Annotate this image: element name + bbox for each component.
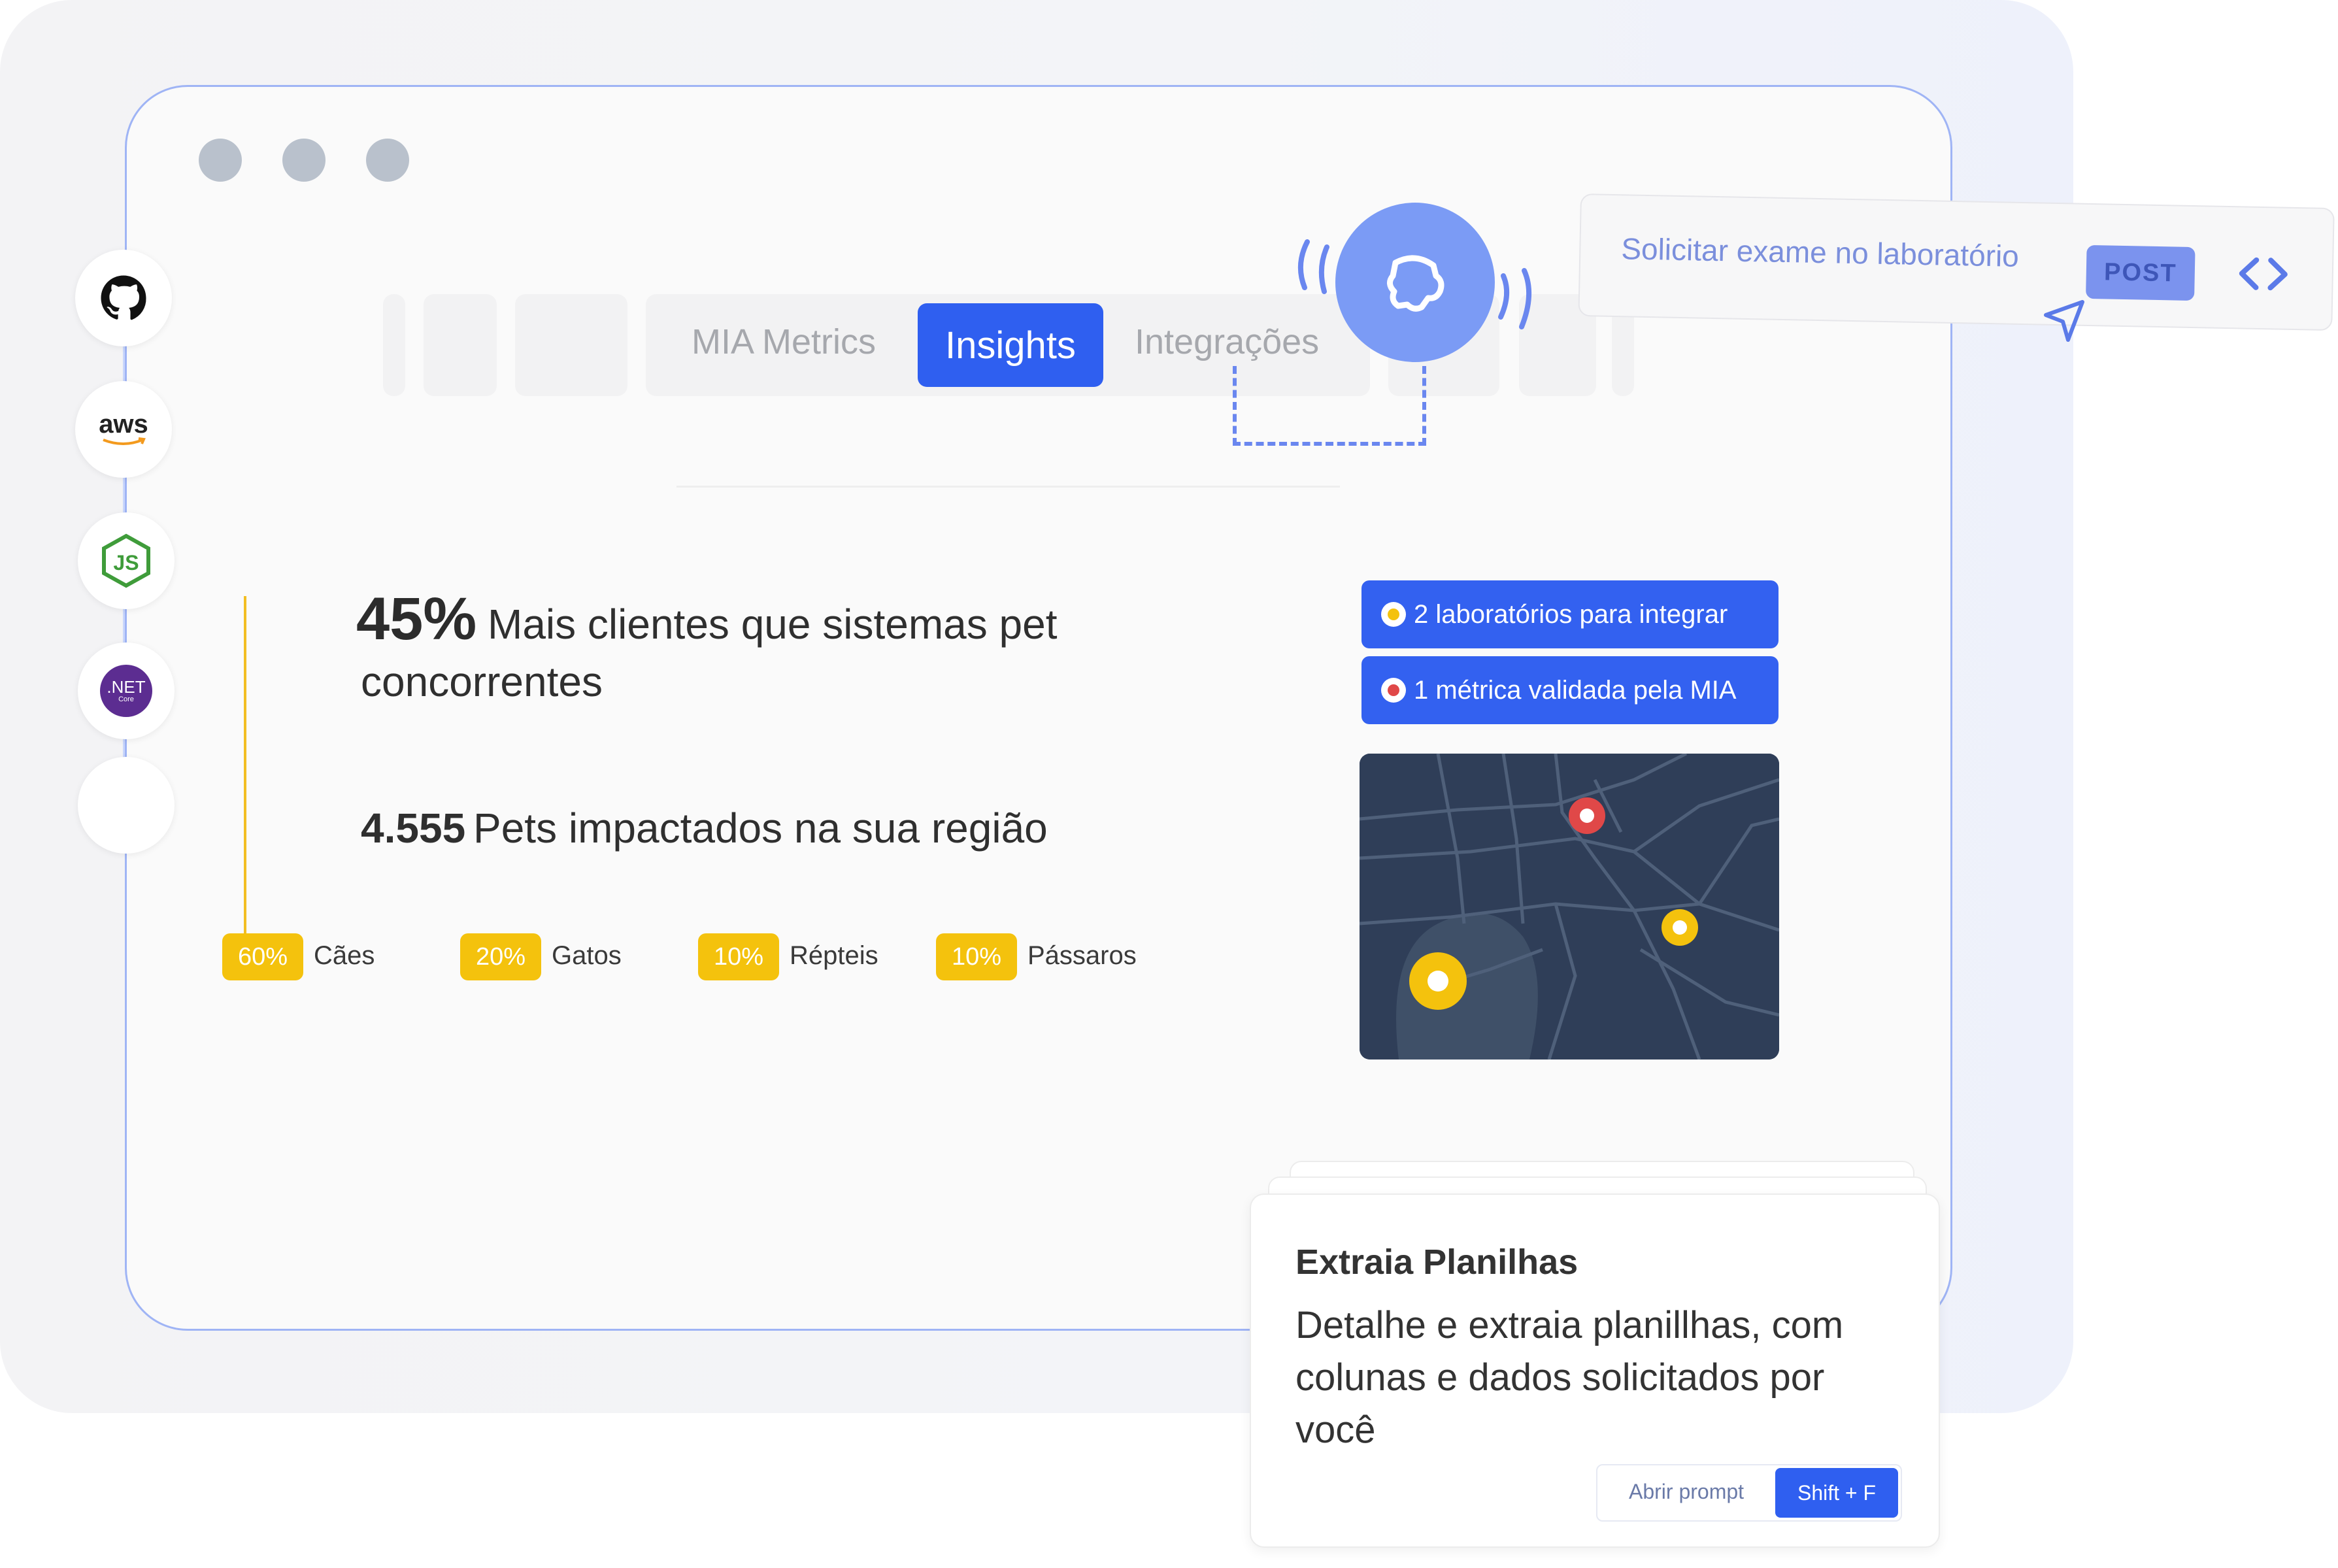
ghost-tab	[424, 294, 497, 396]
info-pill-metrica[interactable]: 1 métrica validada pela MIA	[1361, 656, 1779, 724]
request-text: Solicitar exame no laboratório	[1620, 231, 2020, 273]
dashed-connector	[1233, 366, 1426, 446]
map-view[interactable]	[1360, 754, 1779, 1059]
open-prompt-label: Abrir prompt	[1629, 1480, 1745, 1503]
info-pill-text: 2 laboratórios para integrar	[1414, 599, 1728, 629]
window-dot-2	[282, 139, 326, 182]
tab-mia-metrics[interactable]: MIA Metrics	[692, 322, 876, 362]
pct-chip-caes: 60%	[222, 933, 303, 980]
red-dot-icon	[1381, 678, 1406, 703]
accent-line	[244, 596, 246, 942]
map-marker-yellow-large[interactable]	[1412, 955, 1464, 1007]
map-graphic	[1360, 754, 1779, 1059]
card-description: Detalhe e extraia planillhas, com coluna…	[1295, 1304, 1844, 1451]
dotnet-core-icon: .NET Core	[100, 665, 152, 717]
request-card[interactable]: Solicitar exame no laboratório POST	[1578, 193, 2335, 331]
label-gatos: Gatos	[552, 941, 622, 970]
send-arrow-icon	[2044, 300, 2084, 342]
label-caes: Cães	[314, 941, 375, 970]
label-repteis: Répteis	[790, 941, 878, 970]
ghost-tab	[383, 294, 405, 396]
ghost-tab	[515, 294, 627, 396]
github-icon	[101, 275, 146, 320]
card-title: Extraia Planilhas	[1295, 1243, 1578, 1282]
window-dot-3	[366, 139, 409, 182]
yellow-dot-icon	[1381, 602, 1406, 627]
aws-smile-icon	[103, 437, 146, 445]
integration-dotnet[interactable]: .NET Core	[78, 642, 175, 739]
nodejs-icon: JS	[102, 533, 150, 588]
headline-percent: 45%	[356, 586, 477, 652]
post-method-badge[interactable]: POST	[2086, 244, 2196, 301]
headline-text-line2: concorrentes	[361, 658, 603, 705]
tab-insights[interactable]: Insights	[918, 303, 1103, 387]
headline-text-line1: Mais clientes que sistemas pet	[488, 601, 1058, 648]
dotnet-sublabel: Core	[118, 695, 134, 703]
dotnet-label: .NET	[107, 677, 146, 697]
bot-head-icon	[1387, 255, 1445, 312]
tab-divider	[676, 486, 1340, 488]
integration-nodejs[interactable]: JS	[78, 512, 175, 609]
bot-button[interactable]	[1335, 203, 1495, 362]
extract-sheets-card: Extraia Planilhas Detalhe e extraia plan…	[1250, 1193, 1940, 1548]
map-marker-yellow[interactable]	[1665, 912, 1695, 942]
aws-icon: aws	[99, 410, 148, 439]
integration-aws[interactable]: aws	[75, 381, 172, 478]
shortcut-badge[interactable]: Shift + F	[1775, 1468, 1898, 1518]
integration-github[interactable]	[75, 250, 172, 346]
info-pill-laboratorios[interactable]: 2 laboratórios para integrar	[1361, 580, 1779, 648]
open-prompt-button[interactable]: Abrir prompt Shift + F	[1596, 1464, 1902, 1522]
code-icon[interactable]	[2233, 250, 2293, 297]
integration-empty-slot[interactable]	[78, 757, 175, 854]
pct-chip-repteis: 10%	[698, 933, 779, 980]
label-passaros: Pássaros	[1027, 941, 1137, 970]
pets-text: Pets impactados na sua região	[473, 805, 1048, 852]
pct-chip-passaros: 10%	[936, 933, 1017, 980]
info-pill-text: 1 métrica validada pela MIA	[1414, 675, 1737, 705]
pct-chip-gatos: 20%	[460, 933, 541, 980]
pets-count: 4.555	[361, 805, 466, 852]
window-dot-1	[199, 139, 242, 182]
svg-text:JS: JS	[113, 551, 139, 575]
map-marker-red[interactable]	[1572, 801, 1602, 831]
